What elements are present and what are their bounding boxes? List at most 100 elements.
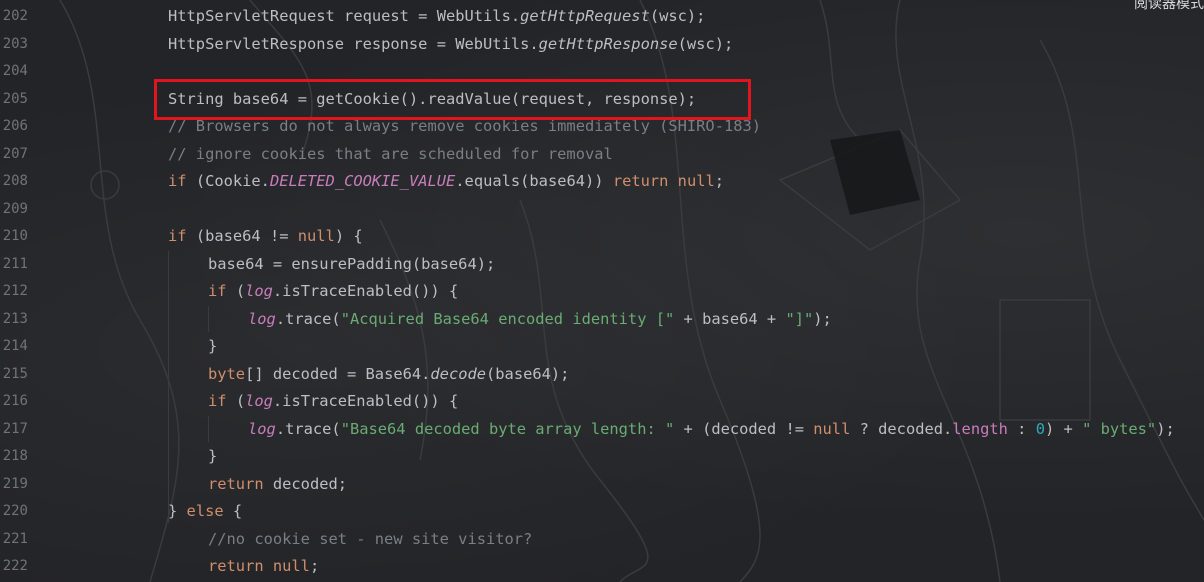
line-number: 204 [2, 63, 28, 79]
code-line[interactable]: 217 log.trace("Base64 decoded byte array … [0, 416, 1204, 444]
line-number: 202 [2, 8, 28, 24]
code-token: ) { [334, 227, 363, 245]
code-token: return null [208, 557, 310, 575]
code-token: base64 = ensurePadding(base64); [208, 254, 496, 273]
code-token: HttpServletResponse response = WebUtils. [168, 34, 539, 53]
code-token: } [208, 447, 218, 465]
code-text: if (base64 != null) { [168, 223, 363, 251]
code-token: //no cookie set - new site visitor? [208, 529, 533, 548]
line-number: 216 [2, 393, 28, 409]
code-editor[interactable]: 202 HttpServletRequest request = WebUtils… [0, 0, 1204, 582]
code-token: [] decoded = Base64. [245, 364, 431, 383]
line-number: 212 [2, 283, 28, 299]
code-token: getHttpRequest [520, 7, 650, 25]
code-token: log [248, 419, 276, 438]
code-token: if [208, 392, 227, 410]
code-line[interactable]: 208 if (Cookie.DELETED_COOKIE_VALUE.equal… [0, 168, 1204, 196]
code-line[interactable]: 219 return decoded; [0, 471, 1204, 499]
code-token: ( [226, 282, 246, 300]
code-token: ); [1156, 419, 1175, 438]
code-token: if [208, 282, 227, 300]
code-token: null [297, 227, 335, 245]
code-token: .equals(base64)) [455, 172, 613, 190]
code-token: (Cookie. [186, 172, 270, 190]
code-text: base64 = ensurePadding(base64); [208, 251, 495, 279]
code-token: ) + [1044, 419, 1083, 438]
code-token: "Base64 decoded byte array length: " [340, 419, 675, 438]
code-line[interactable]: 221 //no cookie set - new site visitor? [0, 526, 1204, 554]
code-line[interactable]: 203 HttpServletResponse response = WebUti… [0, 31, 1204, 59]
line-number: 220 [2, 503, 28, 519]
code-text: //no cookie set - new site visitor? [208, 526, 532, 554]
code-text: if (log.isTraceEnabled()) { [208, 278, 458, 306]
code-token: HttpServletRequest request = WebUtils. [168, 7, 521, 25]
code-token: .trace( [275, 419, 341, 438]
reader-mode-label[interactable]: 阅读器模式 [1134, 0, 1204, 13]
code-text: } [208, 443, 217, 471]
code-text: HttpServletRequest request = WebUtils.ge… [168, 3, 705, 31]
code-text: log.trace("Acquired Base64 encoded ident… [248, 306, 832, 334]
code-token: log [248, 309, 276, 328]
line-number: 219 [2, 475, 28, 492]
line-number: 210 [2, 228, 28, 244]
line-number: 218 [2, 448, 28, 464]
code-token: 0 [1035, 419, 1045, 438]
code-line[interactable]: 211 base64 = ensurePadding(base64); [0, 251, 1204, 279]
code-token: log [245, 282, 273, 300]
code-token: if [168, 172, 187, 190]
code-token: "]" [785, 309, 814, 328]
code-line[interactable]: 218} [0, 443, 1204, 471]
code-token: : [1007, 419, 1036, 438]
code-token: .isTraceEnabled()) { [272, 392, 459, 410]
code-token: (wsc); [649, 7, 706, 25]
code-token: { [223, 502, 243, 520]
code-line[interactable]: 214} [0, 333, 1204, 361]
line-number: 211 [2, 255, 28, 272]
code-token: null [813, 419, 851, 438]
code-line[interactable]: 215 byte[] decoded = Base64.decode(base64… [0, 361, 1204, 389]
code-text: if (Cookie.DELETED_COOKIE_VALUE.equals(b… [168, 168, 724, 196]
code-line[interactable]: 207 // ignore cookies that are scheduled … [0, 141, 1204, 169]
code-token: (wsc); [677, 34, 734, 53]
code-line[interactable]: 216 if (log.isTraceEnabled()) { [0, 388, 1204, 416]
code-token: return [208, 474, 264, 493]
code-line[interactable]: 202 HttpServletRequest request = WebUtils… [0, 3, 1204, 31]
code-line[interactable]: 220} else { [0, 498, 1204, 526]
code-text: return null; [208, 553, 319, 581]
code-token: } [168, 502, 187, 520]
code-text: byte[] decoded = Base64.decode(base64); [208, 361, 569, 389]
code-line[interactable]: 222 return null; [0, 553, 1204, 581]
code-text: if (log.isTraceEnabled()) { [208, 388, 458, 416]
line-number: 208 [2, 173, 28, 189]
line-number: 206 [2, 118, 28, 134]
code-token: (base64 != [186, 227, 298, 245]
code-line[interactable]: 209 [0, 196, 1204, 224]
line-number: 209 [2, 200, 28, 217]
code-token: ? decoded. [850, 419, 953, 438]
code-token: // ignore cookies that are scheduled for… [168, 144, 613, 163]
red-highlight-annotation [154, 79, 751, 120]
line-number: 215 [2, 365, 28, 382]
code-token: else [186, 502, 224, 520]
code-token: .isTraceEnabled()) { [272, 282, 459, 300]
code-line[interactable]: 213 log.trace("Acquired Base64 encoded id… [0, 306, 1204, 334]
line-number: 203 [2, 35, 28, 52]
code-token: ); [813, 309, 832, 328]
code-token: decode [430, 364, 487, 383]
line-number: 217 [2, 420, 28, 437]
line-number: 213 [2, 310, 28, 327]
line-number: 221 [2, 530, 28, 547]
code-text: } [208, 333, 217, 361]
code-token: getHttpResponse [538, 34, 678, 53]
code-text: log.trace("Base64 decoded byte array len… [248, 416, 1175, 444]
code-token: (base64); [486, 364, 570, 383]
code-token: .trace( [275, 309, 341, 328]
line-number: 207 [2, 145, 28, 162]
code-line[interactable]: 210 if (base64 != null) { [0, 223, 1204, 251]
code-token: "Acquired Base64 encoded identity [" [340, 309, 675, 328]
code-token: if [168, 227, 187, 245]
code-token: ; [714, 172, 725, 190]
code-text: } else { [168, 498, 242, 526]
code-line[interactable]: 212 if (log.isTraceEnabled()) { [0, 278, 1204, 306]
code-token: ; [309, 557, 320, 575]
